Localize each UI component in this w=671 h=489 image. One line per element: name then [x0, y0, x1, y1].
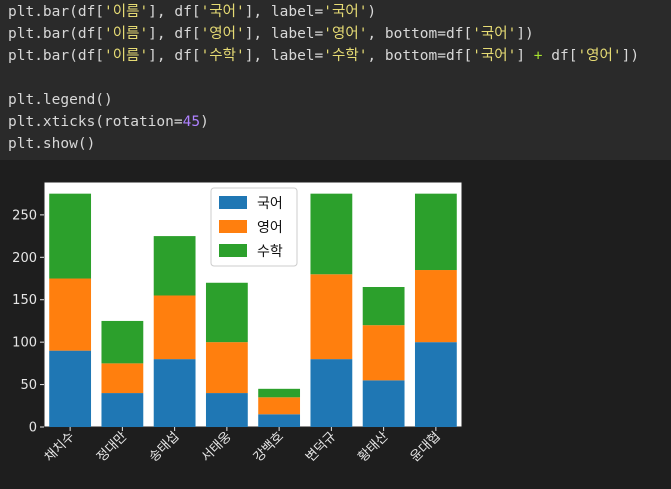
- bar-segment: [101, 393, 144, 427]
- code-token: ], df[: [148, 4, 201, 20]
- y-tick-label: 250: [12, 208, 37, 223]
- x-tick-label: 윤대협: [408, 429, 444, 465]
- code-token: ], df[: [148, 26, 201, 42]
- bar-segment: [362, 287, 405, 326]
- y-tick-label: 100: [12, 336, 37, 351]
- code-token: ): [200, 114, 209, 130]
- y-tick-label: 200: [12, 251, 37, 266]
- bar-segment: [362, 380, 405, 427]
- bar-segment: [205, 393, 248, 427]
- bar-segment: [49, 278, 92, 351]
- code-token: ], label=: [244, 48, 324, 64]
- code-token: '국어': [472, 48, 517, 64]
- code-token: '이름': [104, 4, 149, 20]
- code-token: plt.xticks(rotation=: [8, 114, 183, 130]
- code-line: plt.xticks(rotation=45): [8, 111, 209, 133]
- bar-segment: [153, 295, 196, 360]
- code-line: plt.legend(): [8, 89, 113, 111]
- bar-segment: [101, 363, 144, 394]
- code-token: ], label=: [244, 26, 324, 42]
- code-token: '영어': [577, 48, 622, 64]
- code-line: plt.show(): [8, 133, 95, 155]
- code-token: '이름': [104, 48, 149, 64]
- code-token: plt.legend(): [8, 92, 113, 108]
- code-token: ]): [516, 26, 534, 42]
- x-tick-label: 정대만: [94, 429, 130, 465]
- code-token: ], label=: [244, 4, 324, 20]
- bar-segment: [49, 350, 92, 427]
- y-tick-label: 0: [29, 421, 37, 436]
- bar-segment: [310, 274, 353, 360]
- code-line: plt.bar(df['이름'], df['수학'], label='수학', …: [8, 45, 639, 67]
- y-tick-label: 50: [20, 378, 37, 393]
- code-token: '영어': [200, 26, 245, 42]
- bar-segment: [205, 342, 248, 394]
- x-tick-label: 변덕규: [303, 429, 339, 465]
- code-token: '국어': [200, 4, 245, 20]
- bar-segment: [49, 193, 92, 279]
- legend-label: 국어: [257, 196, 283, 212]
- bar-segment: [205, 282, 248, 343]
- code-token: plt.show(): [8, 136, 96, 152]
- legend-swatch: [219, 244, 247, 257]
- bar-segment: [414, 342, 457, 427]
- bar-segment: [414, 193, 457, 271]
- code-token: ]: [516, 48, 534, 64]
- bar-segment: [310, 193, 353, 275]
- code-token: plt.bar(df[: [8, 4, 105, 20]
- bar-segment: [101, 320, 144, 364]
- code-token: '이름': [104, 26, 149, 42]
- code-token: ], df[: [148, 48, 201, 64]
- bar-segment: [414, 270, 457, 343]
- stacked-bar-chart: 채치수 정대만 송태섭 서태웅 강백호 변덕규 황태산 윤대협 0 50 100 150 200 250 국…: [12, 181, 463, 465]
- bar-segment: [153, 359, 196, 427]
- legend-label: 수학: [257, 244, 283, 260]
- code-token: '수학': [323, 48, 368, 64]
- code-cell[interactable]: plt.bar(df['이름'], df['국어'], label='국어') p…: [0, 0, 671, 160]
- bar-segment: [258, 414, 301, 427]
- code-token: '국어': [323, 4, 368, 20]
- code-token: 45: [182, 114, 201, 130]
- code-token: ]): [621, 48, 640, 64]
- code-line: plt.bar(df['이름'], df['영어'], label='영어', …: [8, 23, 534, 45]
- x-tick-label: 강백호: [251, 429, 287, 465]
- code-token: plt.bar(df[: [8, 26, 105, 42]
- bar-segment: [258, 388, 301, 398]
- code-token: , bottom=df[: [367, 48, 473, 64]
- code-token: '국어': [472, 26, 517, 42]
- code-token: '수학': [200, 48, 245, 64]
- code-token: ): [367, 4, 377, 20]
- legend-swatch: [219, 196, 247, 209]
- x-tick-label: 채치수: [42, 429, 78, 465]
- bar-segment: [310, 359, 353, 427]
- code-line: plt.bar(df['이름'], df['국어'], label='국어'): [8, 1, 376, 23]
- x-tick-label: 송태섭: [146, 429, 182, 465]
- code-token: , bottom=df[: [367, 26, 473, 42]
- legend-swatch: [219, 220, 247, 233]
- bar-segment: [153, 236, 196, 296]
- code-token: +: [533, 48, 543, 64]
- bar-segment: [362, 325, 405, 381]
- bar-segment: [258, 397, 301, 415]
- legend-label: 영어: [257, 220, 283, 236]
- code-token: df[: [542, 48, 578, 64]
- x-tick-label: 서태웅: [199, 429, 235, 465]
- code-token: plt.bar(df[: [8, 48, 105, 64]
- y-tick-label: 150: [12, 293, 37, 308]
- code-token: '영어': [323, 26, 368, 42]
- x-tick-label: 황태산: [355, 429, 391, 465]
- output-area: 채치수 정대만 송태섭 서태웅 강백호 변덕규 황태산 윤대협 0 50 100 150 200 250 국…: [0, 160, 671, 489]
